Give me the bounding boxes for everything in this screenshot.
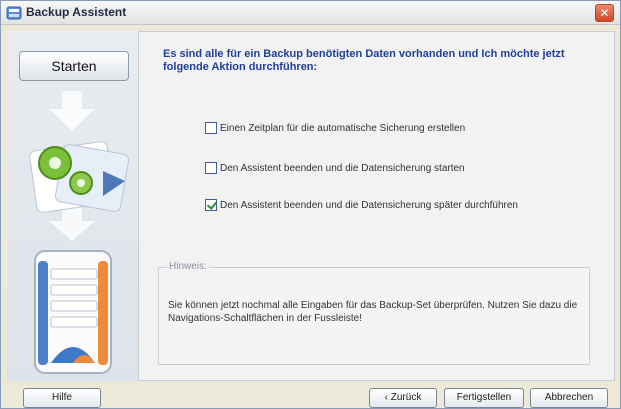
instruction-heading: Es sind alle für ein Backup benötigten D… [163,48,565,73]
flow-arrow-bottom [49,206,95,241]
close-icon: ✕ [599,6,610,20]
sidebar: Starten [7,31,139,381]
title-bar: Backup Assistent ✕ [1,1,620,25]
checkbox-finish-later[interactable] [205,199,217,211]
backup-assistant-window: Backup Assistent ✕ Starten Es sind alle … [0,0,621,409]
finish-button[interactable]: Fertigstellen [444,388,524,408]
option-create-schedule[interactable]: Einen Zeitplan für die automatische Sich… [205,121,465,135]
option-label: Den Assistent beenden und die Datensiche… [220,162,465,174]
gears-documents-illustration [29,141,130,213]
back-button[interactable]: ‹ Zurück [369,388,437,408]
backup-icon [6,6,22,20]
checkbox-create-schedule[interactable] [205,122,217,134]
window-title: Backup Assistent [26,5,127,19]
wizard-illustration [29,91,130,374]
backup-device-illustration [34,250,112,374]
option-label: Den Assistent beenden und die Datensiche… [220,199,518,211]
option-label: Einen Zeitplan für die automatische Sich… [220,122,466,134]
hint-box: Hinweis: Sie können jetzt nochmal alle E… [158,261,590,365]
checkbox-finish-and-start[interactable] [205,162,217,174]
option-finish-later[interactable]: Den Assistent beenden und die Datensiche… [205,198,518,212]
hint-legend: Hinweis: [167,261,209,272]
hint-text: Sie können jetzt nochmal alle Eingaben f… [168,300,578,324]
flow-arrow-top [49,91,95,131]
option-finish-and-start[interactable]: Den Assistent beenden und die Datensiche… [205,161,465,175]
close-button[interactable]: ✕ [595,4,614,22]
cancel-button[interactable]: Abbrechen [530,388,608,408]
help-button[interactable]: Hilfe [23,388,101,408]
